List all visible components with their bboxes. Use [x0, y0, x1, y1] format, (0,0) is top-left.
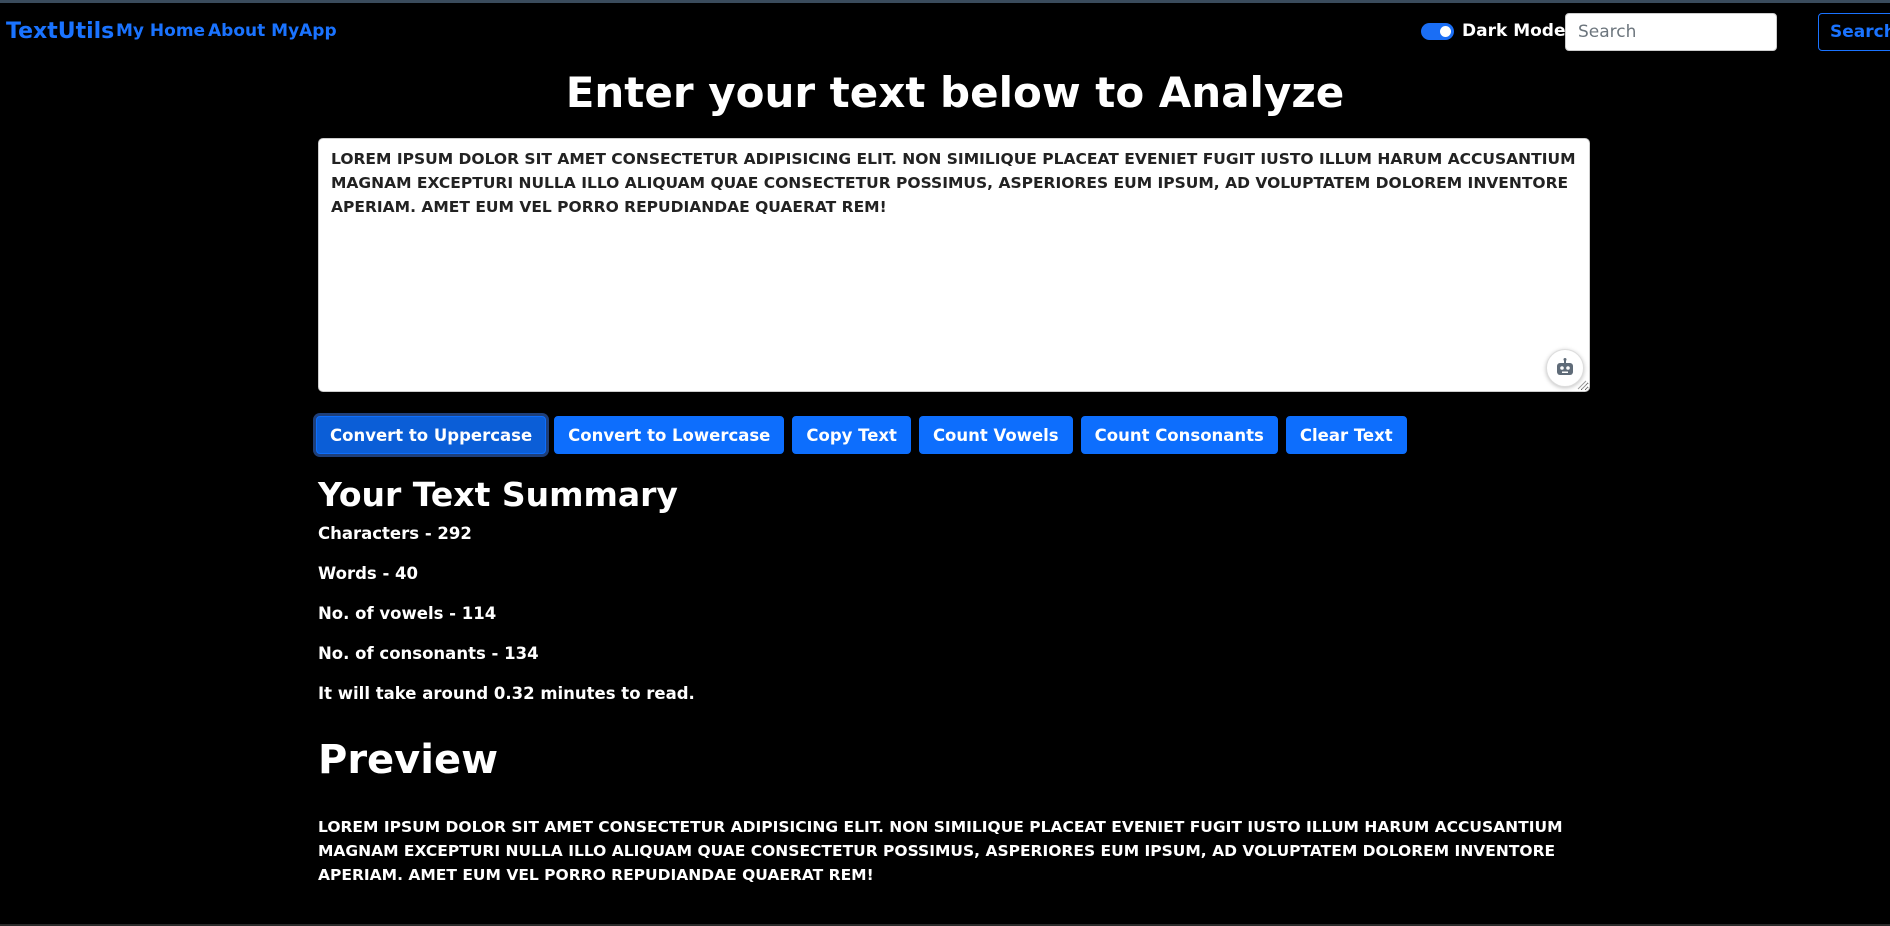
count-vowels-button[interactable]: Count Vowels — [918, 416, 1073, 454]
summary-vowels: No. of vowels - 114 — [318, 604, 497, 623]
nav-link-about[interactable]: About MyApp — [208, 21, 337, 41]
summary-consonants: No. of consonants - 134 — [318, 644, 539, 663]
brand-link[interactable]: TextUtils — [6, 19, 114, 44]
resize-handle-icon[interactable] — [1575, 378, 1587, 390]
summary-words: Words - 40 — [318, 564, 419, 583]
dark-mode-label: Dark Mode — [1462, 21, 1566, 41]
search-button[interactable]: Search — [1818, 13, 1890, 51]
dark-mode-switch[interactable]: Dark Mode — [1421, 21, 1566, 41]
navbar: TextUtils My Home About MyApp Dark Mode … — [0, 3, 1890, 58]
summary-heading: Your Text Summary — [318, 475, 678, 514]
lowercase-button[interactable]: Convert to Lowercase — [554, 416, 785, 454]
uppercase-button[interactable]: Convert to Uppercase — [316, 416, 547, 454]
action-buttons: Convert to Uppercase Convert to Lowercas… — [316, 416, 1407, 454]
clear-text-button[interactable]: Clear Text — [1285, 416, 1407, 454]
count-consonants-button[interactable]: Count Consonants — [1080, 416, 1278, 454]
summary-characters: Characters - 292 — [318, 524, 472, 543]
preview-text: LOREM IPSUM DOLOR SIT AMET CONSECTETUR A… — [318, 818, 1563, 884]
page-title: Enter your text below to Analyze — [565, 68, 1345, 117]
search-input[interactable] — [1565, 13, 1777, 51]
summary-read-time: It will take around 0.32 minutes to read… — [318, 684, 695, 703]
copy-text-button[interactable]: Copy Text — [792, 416, 911, 454]
dark-mode-toggle[interactable] — [1421, 22, 1454, 40]
robot-icon — [1557, 358, 1573, 375]
toggle-knob — [1440, 25, 1451, 37]
preview-heading: Preview — [318, 737, 499, 783]
nav-link-my-home[interactable]: My Home — [116, 21, 205, 41]
text-input-area[interactable]: LOREM IPSUM DOLOR SIT AMET CONSECTETUR A… — [318, 138, 1590, 392]
